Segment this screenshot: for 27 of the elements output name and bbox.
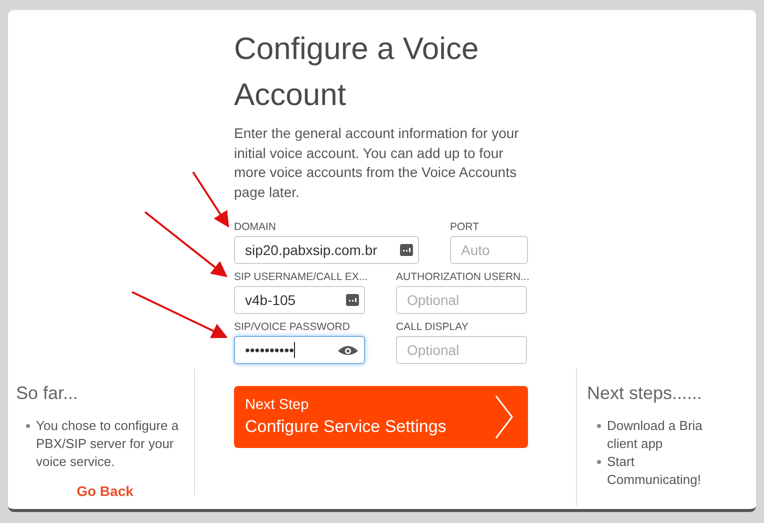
input-field[interactable]: v4b-105 [234, 286, 365, 314]
chevron-right-icon [494, 394, 514, 440]
field-label: PORT [450, 220, 480, 234]
field-label: CALL DISPLAY [396, 320, 470, 334]
bullet-icon [26, 424, 30, 428]
input-field[interactable]: •••••••••• [234, 336, 365, 364]
panel-title: So far... [16, 382, 80, 404]
field-label: SIP/VOICE PASSWORD [234, 320, 351, 334]
field-label: DOMAIN [234, 220, 277, 234]
bullet-icon [597, 424, 601, 428]
menu-icon[interactable] [400, 244, 413, 256]
intro-text: Enter the general account information for your initial voice account. You can add up to four more voice accounts from the Voice Accounts page later. [234, 124, 520, 202]
field-label: SIP USERNAME/CALL EX... [234, 270, 365, 284]
panel-title: Next steps...... [587, 382, 704, 405]
list-item-text: Download a Bria client app [607, 416, 704, 452]
eye-icon[interactable] [337, 344, 359, 356]
input-field[interactable]: Auto [450, 236, 528, 264]
bullet-icon [597, 460, 601, 464]
list-item-text: Start Communicating! [607, 452, 702, 488]
menu-icon[interactable] [346, 294, 359, 306]
field-label: AUTHORIZATION USERN... [396, 270, 527, 284]
go-back-link[interactable]: Go Back [76, 480, 134, 502]
input-field[interactable]: Optional [396, 286, 527, 314]
input-field[interactable]: Optional [396, 336, 527, 364]
list-item-text: You chose to configure a PBX/SIP server for your voice service. [36, 416, 180, 470]
input-field[interactable]: sip20.pabxsip.com.br [234, 236, 419, 264]
page-title: Configure a Voice Account [234, 30, 480, 114]
